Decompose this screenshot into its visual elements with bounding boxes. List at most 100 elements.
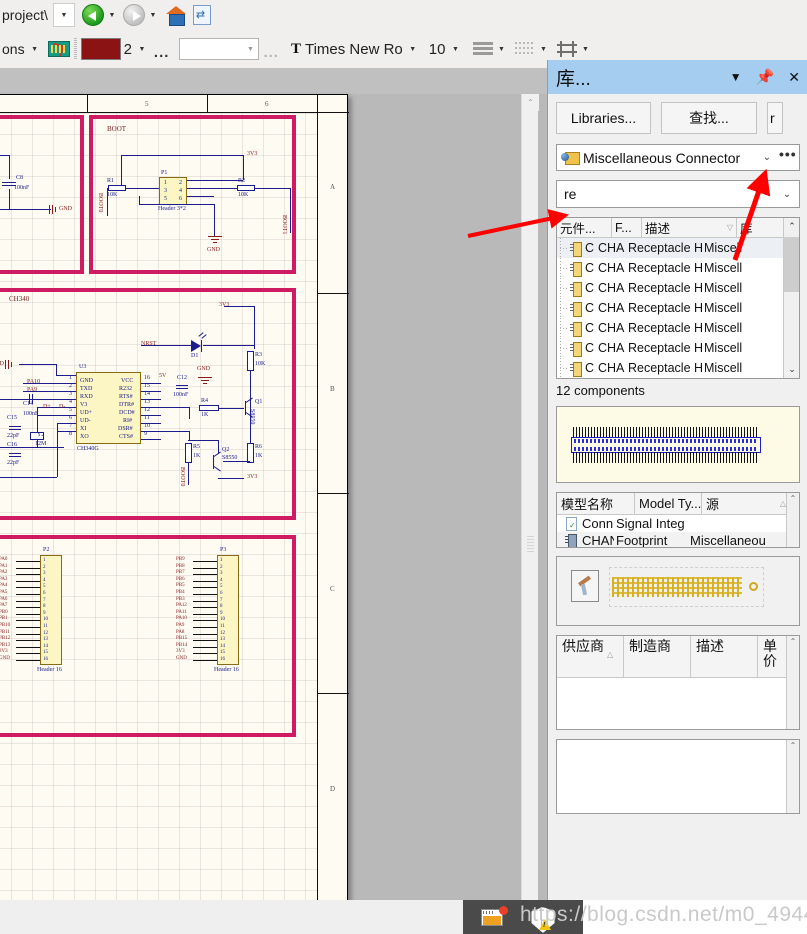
col-header-model-name[interactable]: 模型名称 — [557, 493, 635, 514]
r5-body[interactable] — [185, 443, 192, 463]
extra-button-clipped[interactable]: r — [767, 102, 783, 134]
table-row[interactable]: ConnSignal Integ — [557, 515, 799, 532]
line-style-more-button[interactable]: ... — [150, 44, 174, 61]
components-scroll-thumb[interactable] — [784, 237, 799, 292]
model-grid[interactable]: 模型名称 Model Ty... 源 △ ConnSignal IntegCHA… — [556, 492, 800, 548]
header-pin-label: PB1 — [0, 616, 8, 622]
editor-vertical-scrollbar[interactable]: ⌃ ⌄ — [521, 94, 539, 918]
table-row[interactable]: C CHA Receptacle He Miscell — [557, 238, 799, 258]
back-history-dropdown[interactable] — [104, 5, 120, 25]
align-lines-icon[interactable] — [473, 41, 494, 57]
model-grid-scrollbar[interactable]: ⌃ — [786, 493, 799, 547]
table-row[interactable]: C CHA Receptacle He Miscell — [557, 278, 799, 298]
libraries-button[interactable]: Libraries... — [556, 102, 651, 134]
col-header-footprint[interactable]: F... — [612, 218, 642, 237]
components-grid-scrollbar[interactable]: ⌃ ⌄ — [783, 218, 799, 378]
options-label: ons — [2, 41, 25, 57]
project-dropdown-arrow[interactable] — [56, 5, 72, 25]
filter-search-box[interactable]: ⌄ — [556, 180, 800, 208]
line-width-dropdown[interactable] — [134, 39, 150, 59]
supplier-grid[interactable]: 供应商 △ 制造商 描述 单价 ⌃ — [556, 635, 800, 730]
filter-chevron-down-icon[interactable]: ⌄ — [780, 189, 794, 200]
scroll-up-button[interactable]: ⌃ — [522, 94, 539, 111]
r4-ref: R4 — [201, 398, 209, 404]
c15-cap-symbol[interactable] — [9, 423, 21, 433]
refresh-document-icon[interactable] — [192, 5, 211, 25]
components-scroll-down[interactable]: ⌄ — [784, 361, 799, 378]
ch340-ic-value: CH340G — [77, 446, 99, 452]
components-grid[interactable]: 元件... F... 描述 ▽ 库 C CHA Receptacle He Misce… — [556, 217, 800, 379]
r6-body[interactable] — [247, 443, 254, 463]
header-pin-number: 2 — [220, 564, 223, 570]
library-select-more-button[interactable]: ••• — [779, 146, 796, 162]
distribute-icon[interactable] — [557, 41, 578, 57]
ch340-net-dplus: D+ — [43, 404, 51, 410]
details-panel[interactable]: ⌃ — [556, 739, 800, 814]
table-row[interactable]: C CHA Receptacle He Miscell — [557, 298, 799, 318]
col-header-unit-price[interactable]: 单价 — [758, 636, 786, 677]
r1-body[interactable] — [108, 185, 126, 191]
library-select-chevron-down-icon[interactable]: ⌄ — [760, 152, 774, 163]
r3-value: 10K — [255, 361, 266, 367]
font-size-dropdown[interactable] — [447, 39, 463, 59]
align-dropdown[interactable] — [493, 39, 509, 59]
col-header-desc[interactable]: 描述 — [691, 636, 758, 677]
header-pin-number: 1 — [43, 558, 46, 563]
table-row[interactable]: CHANFootprint Miscellaneou — [557, 532, 799, 547]
header-pin-wire — [193, 646, 217, 648]
details-panel-scrollbar[interactable]: ⌃ — [786, 740, 799, 813]
header-pin-wire — [16, 653, 40, 655]
schematic-sheet[interactable]: 5 6 A B C D BOOT P1 Header 3*2 1 2 3 4 5… — [0, 94, 349, 931]
style-more-button[interactable]: ... — [259, 44, 283, 61]
cell-description: Receptacle He — [628, 281, 703, 295]
panel-minimize-button[interactable]: ▼ — [730, 70, 742, 84]
d1-led-symbol[interactable] — [191, 332, 207, 352]
schematic-editor[interactable]: 5 6 A B C D BOOT P1 Header 3*2 1 2 3 4 5… — [0, 68, 547, 934]
r3-body[interactable] — [247, 351, 254, 371]
components-scroll-up[interactable]: ⌃ — [784, 218, 799, 235]
r2-body[interactable] — [237, 185, 255, 191]
col-header-library[interactable]: 库 — [737, 218, 781, 237]
supplier-grid-scrollbar[interactable]: ⌃ — [786, 636, 799, 729]
forward-history-dropdown[interactable] — [145, 5, 161, 25]
header-pin-wire — [16, 640, 40, 642]
ch340-net-pa9: PA9 — [27, 387, 38, 393]
cell-footprint: CHA — [598, 301, 625, 315]
panel-close-button[interactable]: ✕ — [788, 69, 800, 86]
col-header-model-source[interactable]: 源 △ — [702, 493, 790, 514]
style-combo[interactable] — [179, 38, 260, 60]
library-select[interactable]: Miscellaneous Connector ⌄ ••• — [556, 144, 800, 171]
panel-pin-button[interactable]: 📌 — [756, 68, 775, 86]
scroll-thumb[interactable] — [523, 524, 538, 564]
col-header-description[interactable]: 描述 ▽ — [642, 218, 737, 237]
font-name-dropdown[interactable] — [405, 39, 421, 59]
search-button[interactable]: 查找... — [661, 102, 757, 134]
c12-cap-symbol[interactable] — [176, 382, 188, 392]
col-header-model-type[interactable]: Model Ty... — [635, 493, 702, 514]
c16-cap-symbol[interactable] — [9, 450, 21, 460]
filter-search-input[interactable] — [562, 185, 780, 203]
footprint-tool-button[interactable] — [571, 570, 599, 602]
table-row[interactable]: C CHA Receptacle He Miscell — [557, 338, 799, 358]
q2-transistor-symbol[interactable] — [209, 451, 223, 472]
header-pin-number: 7 — [43, 597, 46, 603]
align-dotted-icon[interactable] — [515, 41, 536, 57]
col-header-name[interactable]: 元件... — [557, 218, 612, 237]
align-dotted-dropdown[interactable] — [535, 39, 551, 59]
options-dropdown-arrow[interactable] — [27, 39, 43, 59]
distribute-dropdown[interactable] — [577, 39, 593, 59]
style-combo-arrow[interactable] — [242, 39, 258, 59]
home-icon[interactable] — [165, 6, 186, 26]
pcb-layer-icon[interactable] — [47, 41, 70, 57]
header-pin-number: 3 — [220, 571, 223, 577]
forward-arrow-icon[interactable] — [122, 4, 145, 26]
table-row[interactable]: C CHA Receptacle He Miscell — [557, 358, 799, 378]
r4-body[interactable] — [199, 405, 219, 411]
back-arrow-icon[interactable] — [81, 4, 104, 26]
color-swatch[interactable] — [80, 38, 121, 60]
table-row[interactable]: C CHA Receptacle He Miscell — [557, 318, 799, 338]
col-header-supplier[interactable]: 供应商 △ — [557, 636, 624, 677]
table-row[interactable]: C CHA Receptacle He Miscell — [557, 258, 799, 278]
col-header-manufacturer[interactable]: 制造商 — [624, 636, 691, 677]
ch340-lpin-name-6: XI — [80, 426, 87, 432]
